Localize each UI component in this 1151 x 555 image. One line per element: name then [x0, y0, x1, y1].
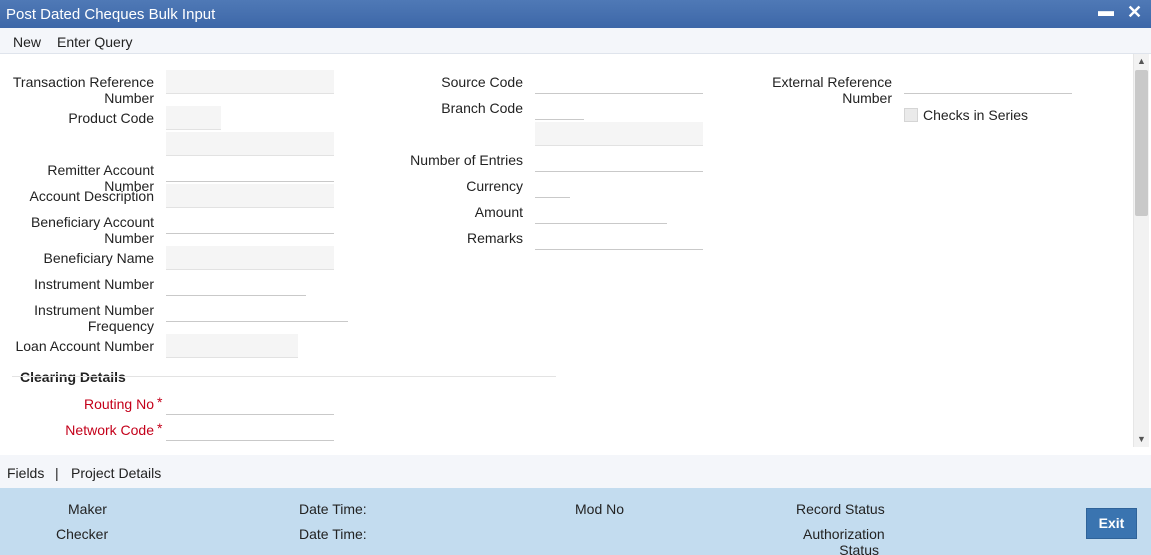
new-menu-item[interactable]: New [13, 34, 41, 50]
scroll-up-icon[interactable]: ▲ [1137, 56, 1146, 66]
product-code-field[interactable] [166, 106, 221, 130]
vertical-scrollbar[interactable]: ▲ ▼ [1133, 54, 1149, 447]
source-code-field[interactable] [535, 70, 703, 94]
clearing-details-divider [12, 376, 556, 377]
currency-field[interactable] [535, 174, 570, 198]
record-status-label: Record Status [796, 501, 885, 517]
scroll-down-icon[interactable]: ▼ [1137, 434, 1146, 444]
beneficiary-name-field [166, 246, 334, 270]
menu-bar: New Enter Query [0, 28, 1151, 54]
network-code-field[interactable] [166, 417, 334, 441]
remitter-account-number-field[interactable] [166, 158, 334, 182]
number-of-entries-field[interactable] [535, 148, 703, 172]
network-code-label: Network Code [65, 422, 154, 438]
title-bar: Post Dated Cheques Bulk Input ▬ ✕ [0, 0, 1151, 28]
source-code-label: Source Code [441, 74, 523, 90]
exit-button[interactable]: Exit [1086, 508, 1137, 539]
maker-label: Maker [68, 501, 107, 517]
external-reference-number-label: External Reference Number [772, 74, 892, 106]
checks-in-series-label: Checks in Series [923, 107, 1029, 123]
checker-date-time-label: Date Time: [299, 526, 367, 542]
amount-label: Amount [474, 204, 523, 220]
enter-query-menu-item[interactable]: Enter Query [57, 34, 132, 50]
instrument-number-field[interactable] [166, 272, 306, 296]
number-of-entries-label: Number of Entries [410, 152, 523, 168]
scrollbar-thumb[interactable] [1135, 70, 1148, 216]
product-code-label: Product Code [68, 110, 154, 126]
authorization-status-label: Authorization Status [803, 526, 885, 555]
beneficiary-name-label: Beneficiary Name [43, 250, 155, 266]
external-reference-number-field[interactable] [904, 70, 1072, 94]
footer-link-separator: | [55, 465, 59, 481]
instrument-number-frequency-label: Instrument Number Frequency [34, 302, 154, 334]
audit-panel: Maker Checker Date Time: Date Time: Mod … [0, 488, 1151, 555]
clearing-details-heading: Clearing Details [20, 369, 126, 385]
branch-code-label: Branch Code [441, 100, 523, 116]
checks-in-series-checkbox[interactable] [904, 108, 918, 122]
window-title: Post Dated Cheques Bulk Input [6, 6, 216, 23]
product-description-field [166, 132, 334, 156]
form-content: Transaction Reference Number Product Cod… [0, 54, 1133, 455]
transaction-reference-number-field[interactable] [166, 70, 334, 94]
routing-no-required-marker: * [157, 394, 163, 410]
close-icon[interactable]: ✕ [1127, 2, 1142, 23]
branch-description-field [535, 122, 703, 146]
minimize-icon[interactable]: ▬ [1098, 3, 1114, 21]
account-description-label: Account Description [29, 188, 154, 204]
beneficiary-account-number-field[interactable] [166, 210, 334, 234]
beneficiary-account-number-label: Beneficiary Account Number [31, 214, 154, 246]
remarks-field[interactable] [535, 226, 703, 250]
remarks-label: Remarks [466, 230, 523, 246]
footer-links-bar: Fields | Project Details [0, 455, 1151, 488]
loan-account-number-label: Loan Account Number [15, 338, 154, 354]
maker-date-time-label: Date Time: [299, 501, 367, 517]
network-code-required-marker: * [157, 420, 163, 436]
routing-no-field[interactable] [166, 391, 334, 415]
amount-field[interactable] [535, 200, 667, 224]
instrument-number-frequency-field[interactable] [166, 298, 348, 322]
branch-code-field[interactable] [535, 96, 584, 120]
routing-no-label: Routing No [83, 396, 154, 412]
currency-label: Currency [466, 178, 523, 194]
project-details-link[interactable]: Project Details [71, 465, 161, 481]
fields-link[interactable]: Fields [7, 465, 44, 481]
checker-label: Checker [56, 526, 109, 542]
loan-account-number-field [166, 334, 298, 358]
transaction-reference-number-label: Transaction Reference Number [12, 74, 154, 106]
account-description-field [166, 184, 334, 208]
instrument-number-label: Instrument Number [34, 276, 154, 292]
mod-no-label: Mod No [575, 501, 625, 517]
